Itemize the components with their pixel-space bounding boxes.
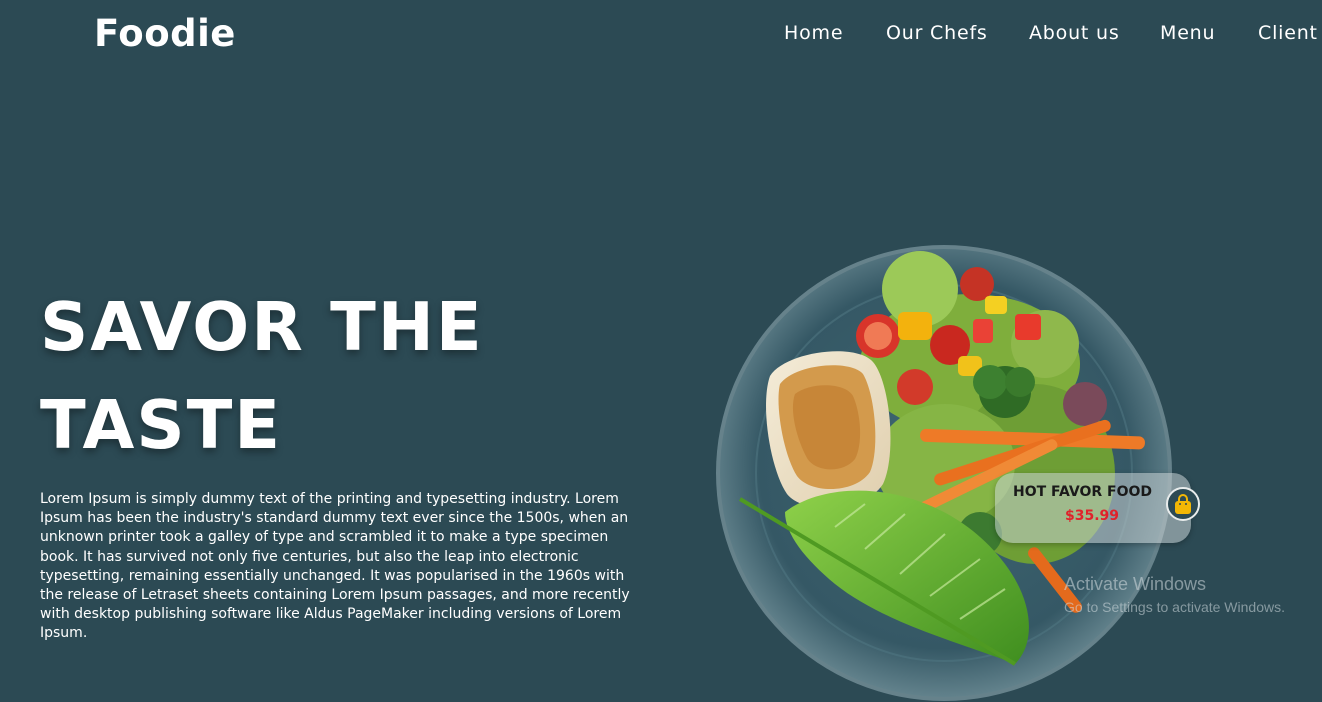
featured-food-price: $35.99 [1065, 508, 1120, 524]
watermark-title: Activate Windows [1064, 574, 1207, 594]
featured-food-card[interactable]: HOT FAVOR FOOD $35.99 [995, 473, 1191, 543]
add-to-cart-button[interactable] [1166, 487, 1200, 521]
main-nav: Home Our Chefs About us Menu Client [0, 22, 1322, 50]
nav-about-us[interactable]: About us [1029, 22, 1120, 44]
nav-client[interactable]: Client [1258, 22, 1318, 44]
featured-food-title: HOT FAVOR FOOD [1013, 484, 1153, 500]
shopping-bag-icon [1175, 494, 1191, 514]
watermark-subtitle: Go to Settings to activate Windows. [1064, 599, 1285, 615]
nav-our-chefs[interactable]: Our Chefs [886, 22, 988, 44]
hero-title: SAVOR THE TASTE [40, 278, 680, 474]
activate-windows-watermark: Activate Windows Go to Settings to activ… [1064, 574, 1285, 615]
nav-menu[interactable]: Menu [1160, 22, 1215, 44]
nav-home[interactable]: Home [784, 22, 843, 44]
hero-title-line-2: TASTE [40, 386, 283, 464]
hero-description: Lorem Ipsum is simply dummy text of the … [40, 491, 630, 642]
hero-title-line-1: SAVOR THE [40, 288, 484, 366]
